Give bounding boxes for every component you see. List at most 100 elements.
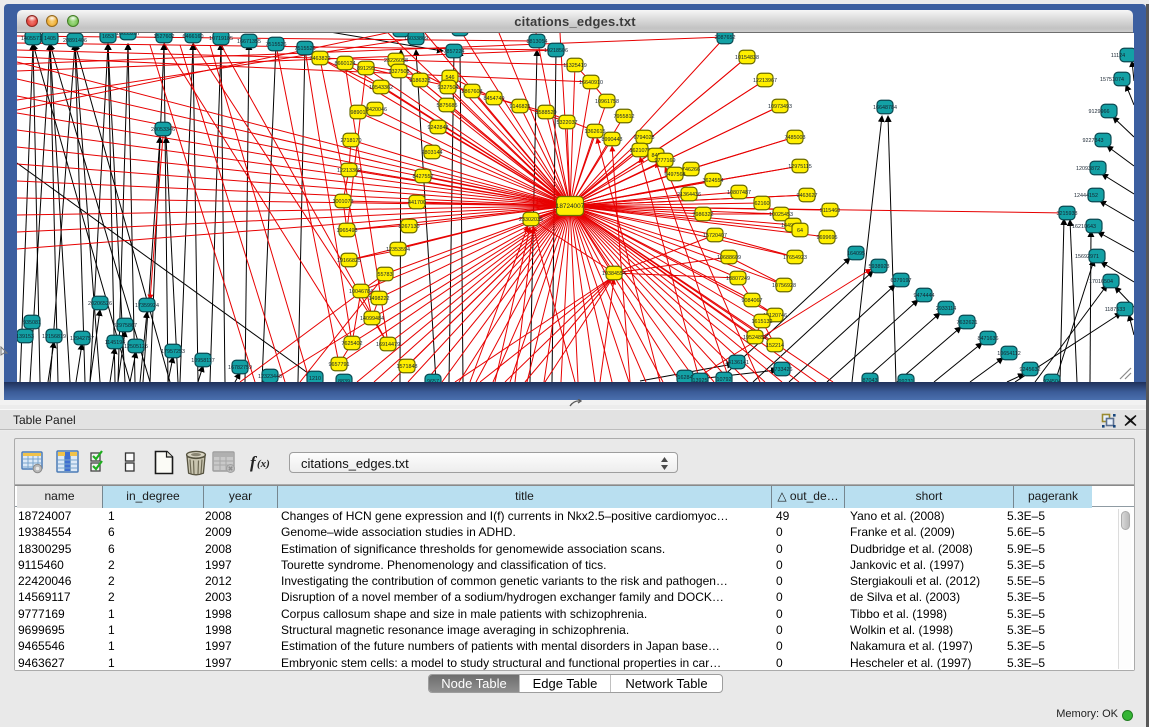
svg-text:9327504: 9327504 — [438, 85, 459, 91]
svg-text:12505125: 12505125 — [124, 344, 148, 350]
svg-text:8427552: 8427552 — [413, 174, 434, 180]
svg-text:2933114: 2933114 — [936, 306, 957, 312]
svg-text:15720407: 15720407 — [703, 233, 727, 239]
svg-text:1145194: 1145194 — [105, 340, 126, 346]
svg-text:13925: 13925 — [693, 378, 708, 382]
svg-text:19384554: 19384554 — [602, 271, 626, 277]
svg-text:10688609: 10688609 — [717, 255, 741, 261]
svg-text:6794028: 6794028 — [634, 135, 655, 141]
svg-text:7955812: 7955812 — [614, 114, 635, 120]
svg-text:16033809: 16033809 — [404, 36, 428, 42]
svg-text:1187533: 1187533 — [1105, 307, 1126, 313]
svg-text:5938923: 5938923 — [869, 264, 890, 270]
svg-text:441700: 441700 — [408, 200, 426, 206]
svg-text:14136141: 14136141 — [725, 360, 749, 366]
svg-text:2087652: 2087652 — [715, 35, 736, 41]
svg-text:3624554: 3624554 — [703, 178, 724, 184]
svg-text:9777169: 9777169 — [655, 158, 676, 164]
svg-text:10792: 10792 — [717, 377, 732, 382]
svg-text:139153: 139153 — [17, 334, 34, 340]
svg-text:12444152: 12444152 — [1074, 193, 1098, 199]
svg-text:16033: 16033 — [394, 33, 409, 34]
svg-text:8660124: 8660124 — [335, 61, 356, 67]
svg-text:10756928: 10756928 — [772, 283, 796, 289]
svg-text:924504: 924504 — [1043, 379, 1061, 382]
svg-text:98901: 98901 — [351, 110, 366, 116]
svg-text:14055714: 14055714 — [21, 36, 45, 42]
svg-text:18807249: 18807249 — [726, 276, 750, 282]
svg-text:32975867: 32975867 — [113, 323, 137, 329]
svg-text:12353594: 12353594 — [386, 247, 410, 253]
svg-text:10807487: 10807487 — [727, 190, 751, 196]
svg-text:6466160: 6466160 — [183, 34, 204, 40]
svg-text:9699695: 9699695 — [817, 235, 838, 241]
svg-text:7463822: 7463822 — [310, 56, 331, 62]
svg-text:891295: 891295 — [357, 66, 375, 72]
svg-text:152214: 152214 — [766, 343, 784, 349]
svg-text:6379197: 6379197 — [891, 278, 912, 284]
svg-text:23420046: 23420046 — [363, 107, 387, 113]
svg-text:62160: 62160 — [755, 201, 770, 207]
svg-text:7625402: 7625402 — [342, 341, 363, 347]
svg-text:8454749: 8454749 — [484, 96, 505, 102]
svg-text:20053346: 20053346 — [151, 127, 175, 133]
svg-text:15692971: 15692971 — [1075, 254, 1099, 260]
svg-text:16782759: 16782759 — [228, 365, 252, 371]
svg-text:21364436: 21364436 — [677, 192, 701, 198]
svg-text:8839: 8839 — [338, 379, 350, 382]
svg-text:14099484: 14099484 — [360, 316, 384, 322]
svg-text:1965493: 1965493 — [337, 228, 358, 234]
svg-text:12975115: 12975115 — [788, 164, 812, 170]
svg-text:10654112: 10654112 — [997, 351, 1021, 357]
svg-text:10154838: 10154838 — [735, 55, 759, 61]
svg-text:12323448: 12323448 — [258, 374, 282, 380]
svg-text:10653287: 10653287 — [116, 33, 140, 37]
svg-text:17359924: 17359924 — [135, 303, 159, 309]
svg-text:16671355: 16671355 — [237, 39, 261, 45]
svg-text:12213369: 12213369 — [337, 168, 361, 174]
svg-text:19524851: 19524851 — [743, 335, 767, 341]
svg-text:15751074: 15751074 — [1100, 77, 1124, 83]
svg-text:19166825: 19166825 — [337, 258, 361, 264]
svg-text:5875685: 5875685 — [437, 103, 458, 109]
svg-text:16640910: 16640910 — [579, 80, 603, 86]
svg-text:1588520: 1588520 — [536, 110, 557, 116]
svg-text:20206526: 20206526 — [88, 301, 112, 307]
svg-text:16284: 16284 — [678, 375, 693, 381]
svg-text:10543362: 10543362 — [369, 85, 393, 91]
svg-text:17016504: 17016504 — [1089, 279, 1113, 285]
svg-text:10719185: 10719185 — [209, 36, 233, 42]
svg-text:8990443: 8990443 — [602, 137, 623, 143]
svg-text:11325419: 11325419 — [563, 63, 587, 69]
svg-text:3215938: 3215938 — [1057, 211, 1078, 217]
svg-text:9657791: 9657791 — [329, 362, 350, 368]
svg-text:10973493: 10973493 — [768, 104, 792, 110]
svg-text:9657: 9657 — [427, 379, 439, 382]
svg-text:23302035: 23302035 — [519, 217, 543, 223]
svg-text:16210643: 16210643 — [1072, 224, 1096, 230]
svg-text:935081: 935081 — [23, 320, 41, 326]
svg-text:10961758: 10961758 — [595, 99, 619, 105]
svg-text:9474444: 9474444 — [914, 293, 935, 299]
svg-text:1733426: 1733426 — [772, 367, 793, 373]
svg-text:1653: 1653 — [102, 34, 114, 40]
svg-text:9327503: 9327503 — [389, 69, 410, 75]
svg-text:12093872: 12093872 — [1076, 166, 1100, 172]
svg-text:64: 64 — [797, 228, 803, 234]
svg-text:1571848: 1571848 — [397, 364, 418, 370]
svg-text:99231: 99231 — [899, 379, 914, 382]
svg-text:8471636: 8471636 — [978, 336, 999, 342]
svg-text:6497568: 6497568 — [665, 172, 686, 178]
svg-text:7632621: 7632621 — [957, 320, 978, 326]
svg-text:10046784: 10046784 — [349, 289, 373, 295]
svg-text:1527602: 1527602 — [154, 34, 175, 40]
svg-text:17957253: 17957253 — [161, 349, 185, 355]
svg-text:20891406: 20891406 — [63, 38, 87, 44]
svg-text:7515526: 7515526 — [266, 42, 287, 48]
svg-text:1498222: 1498222 — [369, 296, 390, 302]
svg-text:9084067: 9084067 — [742, 298, 763, 304]
svg-text:12156819: 12156819 — [42, 334, 66, 340]
svg-text:2803144: 2803144 — [422, 150, 443, 156]
svg-text:7515526: 7515526 — [295, 46, 316, 52]
svg-text:12942757: 12942757 — [70, 336, 94, 342]
